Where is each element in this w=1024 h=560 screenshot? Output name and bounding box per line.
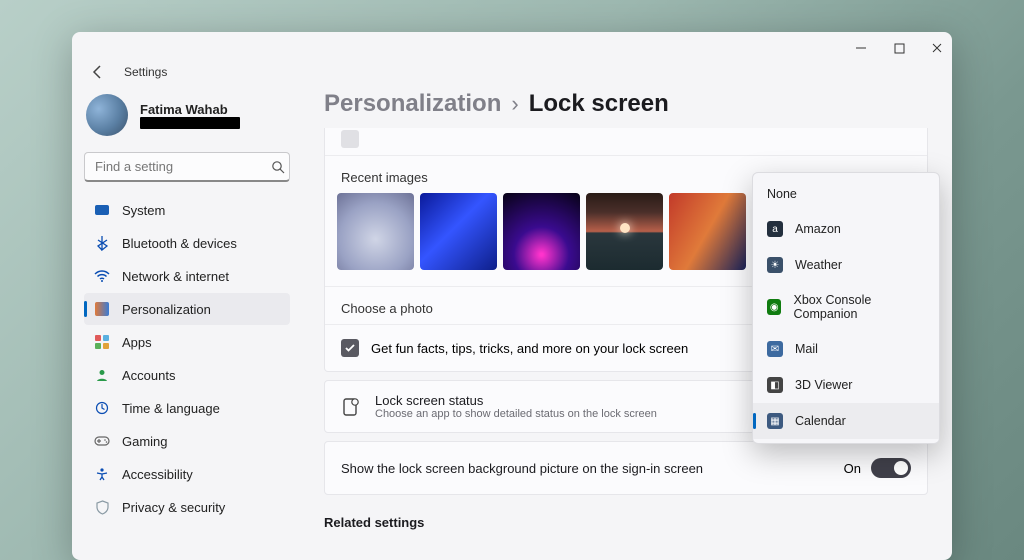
recent-image-thumb[interactable] xyxy=(503,193,580,270)
shield-icon xyxy=(94,499,110,515)
signin-picture-toggle-group: On xyxy=(844,458,911,478)
dropdown-item-3dviewer[interactable]: ◧ 3D Viewer xyxy=(753,367,939,403)
nav-list: System Bluetooth & devices Network & int… xyxy=(84,194,290,523)
settings-window: Settings Fatima Wahab System xyxy=(72,32,952,560)
dropdown-item-weather[interactable]: ☀ Weather xyxy=(753,247,939,283)
recent-image-thumb[interactable] xyxy=(337,193,414,270)
back-button[interactable] xyxy=(90,64,106,80)
calendar-icon: ▦ xyxy=(767,413,783,429)
breadcrumb: Personalization › Lock screen xyxy=(300,86,952,128)
window-close-button[interactable] xyxy=(930,41,944,55)
display-icon xyxy=(94,202,110,218)
nav-apps[interactable]: Apps xyxy=(84,326,290,358)
profile-text: Fatima Wahab xyxy=(140,102,240,129)
profile-name: Fatima Wahab xyxy=(140,102,240,117)
dropdown-item-label: Weather xyxy=(795,258,842,272)
breadcrumb-parent[interactable]: Personalization xyxy=(324,90,501,118)
dropdown-item-amazon[interactable]: a Amazon xyxy=(753,211,939,247)
related-settings-heading: Related settings xyxy=(324,503,928,530)
signin-picture-card: Show the lock screen background picture … xyxy=(324,441,928,495)
dropdown-item-calendar[interactable]: ▦ Calendar xyxy=(753,403,939,439)
wifi-icon xyxy=(94,268,110,284)
search-input[interactable] xyxy=(95,159,271,174)
search-icon xyxy=(271,160,285,174)
personalize-header-clipped[interactable]: Personalize your lock screen xyxy=(325,128,927,156)
nav-network[interactable]: Network & internet xyxy=(84,260,290,292)
apps-icon xyxy=(94,334,110,350)
person-icon xyxy=(94,367,110,383)
recent-image-thumb[interactable] xyxy=(669,193,746,270)
nav-bluetooth[interactable]: Bluetooth & devices xyxy=(84,227,290,259)
nav-label: Privacy & security xyxy=(122,500,225,515)
window-maximize-button[interactable] xyxy=(892,41,906,55)
nav-label: Apps xyxy=(122,335,152,350)
nav-personalization[interactable]: Personalization xyxy=(84,293,290,325)
profile-block[interactable]: Fatima Wahab xyxy=(84,92,290,146)
header-row: Settings xyxy=(72,64,952,86)
accessibility-icon xyxy=(94,466,110,482)
dropdown-item-label: Amazon xyxy=(795,222,841,236)
dropdown-item-label: Xbox Console Companion xyxy=(793,293,925,321)
dropdown-item-label: 3D Viewer xyxy=(795,378,852,392)
nav-label: Accessibility xyxy=(122,467,193,482)
recent-image-thumb[interactable] xyxy=(420,193,497,270)
avatar xyxy=(86,94,128,136)
bluetooth-icon xyxy=(94,235,110,251)
dropdown-item-label: Mail xyxy=(795,342,818,356)
status-app-icon xyxy=(341,397,361,417)
status-subtitle: Choose an app to show detailed status on… xyxy=(375,408,657,420)
window-titlebar xyxy=(72,32,952,64)
dropdown-item-mail[interactable]: ✉ Mail xyxy=(753,331,939,367)
nav-accounts[interactable]: Accounts xyxy=(84,359,290,391)
nav-system[interactable]: System xyxy=(84,194,290,226)
fun-facts-label: Get fun facts, tips, tricks, and more on… xyxy=(371,341,688,356)
xbox-icon: ◉ xyxy=(767,299,781,315)
nav-label: System xyxy=(122,203,165,218)
profile-email-masked xyxy=(140,117,240,129)
recent-image-thumb[interactable] xyxy=(586,193,663,270)
nav-label: Gaming xyxy=(122,434,168,449)
status-app-dropdown[interactable]: None a Amazon ☀ Weather ◉ Xbox Console C… xyxy=(752,172,940,444)
search-box[interactable] xyxy=(84,152,290,182)
chevron-right-icon: › xyxy=(511,91,518,117)
app-title: Settings xyxy=(124,65,167,79)
weather-icon: ☀ xyxy=(767,257,783,273)
window-body: Fatima Wahab System xyxy=(72,86,952,560)
nav-privacy[interactable]: Privacy & security xyxy=(84,491,290,523)
nav-label: Personalization xyxy=(122,302,211,317)
nav-label: Time & language xyxy=(122,401,220,416)
fun-facts-checkbox[interactable] xyxy=(341,339,359,357)
dropdown-item-label: Calendar xyxy=(795,414,846,428)
window-minimize-button[interactable] xyxy=(854,41,868,55)
nav-label: Accounts xyxy=(122,368,175,383)
nav-gaming[interactable]: Gaming xyxy=(84,425,290,457)
amazon-icon: a xyxy=(767,221,783,237)
dropdown-item-none[interactable]: None xyxy=(753,177,939,211)
dropdown-item-label: None xyxy=(767,187,797,201)
sidebar: Fatima Wahab System xyxy=(72,86,300,560)
nav-time-language[interactable]: Time & language xyxy=(84,392,290,424)
breadcrumb-current: Lock screen xyxy=(529,90,669,118)
nav-label: Bluetooth & devices xyxy=(122,236,237,251)
status-title: Lock screen status xyxy=(375,393,657,408)
signin-picture-label: Show the lock screen background picture … xyxy=(341,461,703,476)
nav-accessibility[interactable]: Accessibility xyxy=(84,458,290,490)
gamepad-icon xyxy=(94,433,110,449)
toggle-state-label: On xyxy=(844,461,861,476)
nav-label: Network & internet xyxy=(122,269,229,284)
mail-icon: ✉ xyxy=(767,341,783,357)
dropdown-item-xbox[interactable]: ◉ Xbox Console Companion xyxy=(753,283,939,331)
brush-icon xyxy=(94,301,110,317)
picture-icon xyxy=(341,130,359,148)
cube-icon: ◧ xyxy=(767,377,783,393)
globe-clock-icon xyxy=(94,400,110,416)
signin-picture-toggle[interactable] xyxy=(871,458,911,478)
